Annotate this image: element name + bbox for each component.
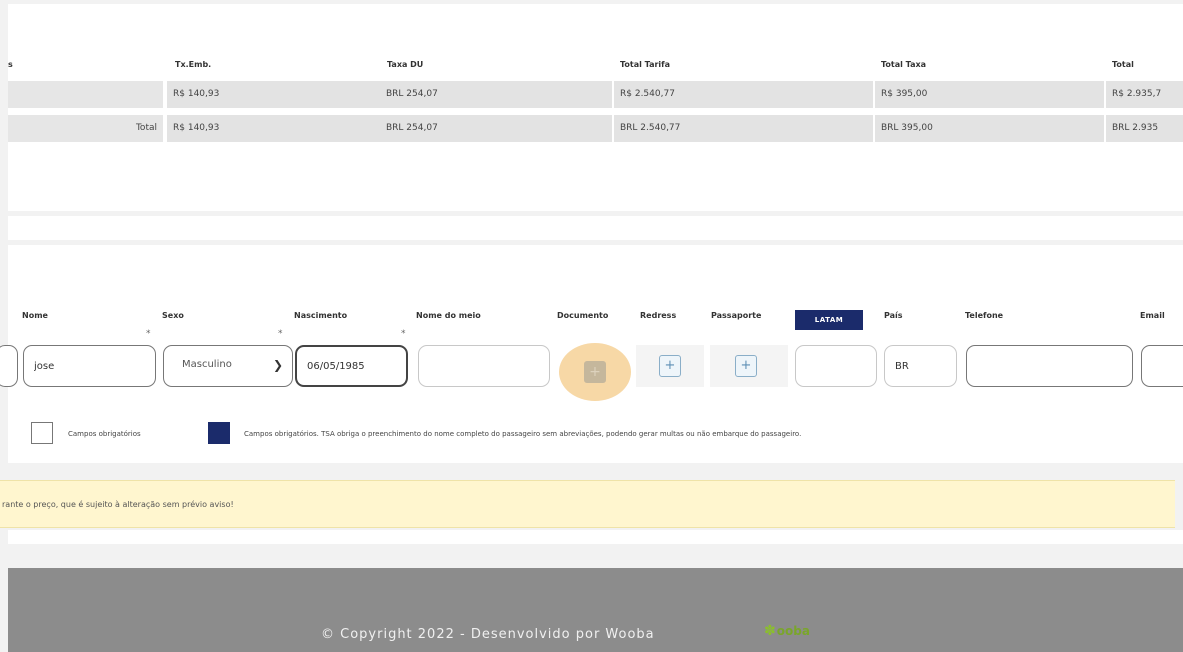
cell-tx-emb: R$ 140,93: [167, 81, 384, 108]
plus-icon[interactable]: +: [735, 355, 757, 377]
plus-icon[interactable]: +: [659, 355, 681, 377]
required-mark: *: [278, 329, 283, 339]
col-header-total-tarifa: Total Tarifa: [620, 60, 671, 69]
cell-taxa-du: BRL 254,07: [380, 81, 612, 108]
price-notice-banner: rante o preço, que é sujeito à alteração…: [0, 480, 1175, 528]
copyright-text: © Copyright 2022 - Desenvolvido por Woob…: [321, 627, 655, 642]
nome-input[interactable]: [23, 345, 156, 387]
fare-summary-card: s Tx.Emb. Taxa DU Total Tarifa Total Tax…: [8, 4, 1183, 211]
nascimento-input[interactable]: [295, 345, 408, 387]
cell-total-taxa: BRL 395,00: [875, 115, 1104, 142]
label-redress: Redress: [640, 311, 677, 320]
label-documento: Documento: [557, 311, 609, 320]
legend-required-text: Campos obrigatórios: [68, 430, 141, 438]
nome-do-meio-input[interactable]: [418, 345, 550, 387]
cell-total: BRL 2.935: [1106, 115, 1183, 142]
label-telefone: Telefone: [965, 311, 1004, 320]
loyalty-number-input[interactable]: [795, 345, 877, 387]
passaporte-field: +: [710, 345, 788, 387]
wooba-logo[interactable]: ✽ooba: [764, 623, 810, 639]
col-header-tx-emb: Tx.Emb.: [175, 60, 212, 69]
row-label: [8, 81, 163, 108]
passenger-form: Nome * Sexo * Nascimento * Nome do meio …: [0, 245, 1183, 463]
table-row: Total R$ 140,93 BRL 254,07 BRL 2.540,77 …: [8, 115, 1183, 142]
label-nome: Nome: [22, 311, 48, 320]
cell-total-taxa: R$ 395,00: [875, 81, 1104, 108]
page-footer: © Copyright 2022 - Desenvolvido por Woob…: [8, 568, 1183, 652]
cell-tx-emb: R$ 140,93: [167, 115, 384, 142]
redress-field: +: [636, 345, 704, 387]
pais-input[interactable]: [884, 345, 957, 387]
sexo-selected-value: Masculino: [182, 359, 232, 370]
cell-total-tarifa: BRL 2.540,77: [614, 115, 873, 142]
cell-total-tarifa: R$ 2.540,77: [614, 81, 873, 108]
telefone-input[interactable]: [966, 345, 1133, 387]
legend-tsa-swatch: [208, 422, 230, 444]
col-header-total-taxa: Total Taxa: [881, 60, 927, 69]
label-pais: País: [884, 311, 903, 320]
legend-required-swatch: [31, 422, 53, 444]
wooba-logo-text: ooba: [776, 624, 810, 638]
col-header-total: Total: [1112, 60, 1134, 69]
label-sexo: Sexo: [162, 311, 184, 320]
cell-total: R$ 2.935,7: [1106, 81, 1183, 108]
label-nome-do-meio: Nome do meio: [416, 311, 481, 320]
plus-icon: +: [584, 361, 606, 383]
legend-tsa-text: Campos obrigatórios. TSA obriga o preenc…: [244, 430, 802, 438]
required-mark: *: [401, 329, 406, 339]
table-row: R$ 140,93 BRL 254,07 R$ 2.540,77 R$ 395,…: [8, 81, 1183, 108]
documento-add-button[interactable]: +: [559, 343, 631, 401]
col-header-partial: s: [8, 60, 13, 69]
wooba-logo-icon: ✽: [764, 623, 776, 639]
cell-taxa-du: BRL 254,07: [380, 115, 612, 142]
latam-loyalty-logo: LATAM: [795, 310, 863, 330]
section-divider: [8, 530, 1183, 544]
required-mark: *: [146, 329, 151, 339]
previous-field-edge[interactable]: [0, 345, 18, 387]
chevron-down-icon: ❯: [272, 358, 283, 372]
col-header-taxa-du: Taxa DU: [387, 60, 424, 69]
row-label: Total: [8, 115, 163, 142]
label-email: Email: [1140, 311, 1165, 320]
section-divider: [8, 216, 1183, 240]
label-passaporte: Passaporte: [711, 311, 762, 320]
sexo-select[interactable]: Masculino ❯: [163, 345, 293, 387]
label-nascimento: Nascimento: [294, 311, 348, 320]
email-input[interactable]: [1141, 345, 1183, 387]
